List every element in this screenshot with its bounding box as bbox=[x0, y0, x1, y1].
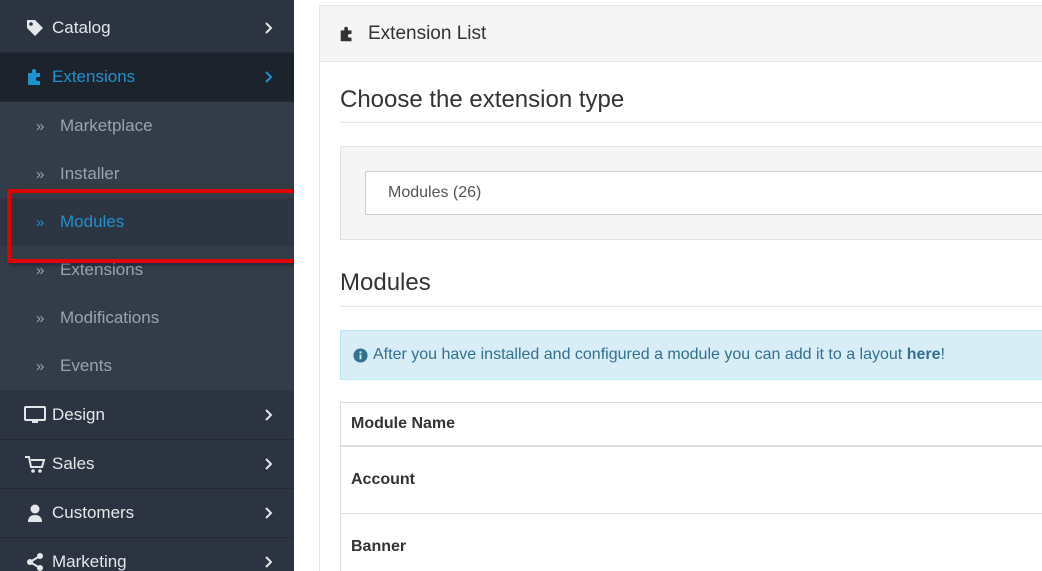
extension-type-select[interactable]: Modules (26) bbox=[365, 171, 1042, 215]
panel-title: Extension List bbox=[368, 22, 487, 44]
module-name-cell: Banner bbox=[351, 538, 407, 555]
panel-heading: Extension List bbox=[320, 6, 1042, 62]
nav-extensions-label: Extensions bbox=[52, 67, 136, 86]
nav-customers[interactable]: Customers bbox=[0, 489, 294, 538]
share-icon bbox=[24, 551, 46, 571]
submenu-events[interactable]: » Events bbox=[0, 342, 294, 390]
submenu-extensions[interactable]: » Extensions bbox=[0, 246, 294, 294]
submenu-label: Installer bbox=[60, 164, 120, 183]
type-select-well: Modules (26) bbox=[340, 146, 1042, 240]
tag-icon bbox=[24, 17, 46, 39]
main-content: Extension List Choose the extension type… bbox=[294, 0, 1042, 571]
chevron-right-icon bbox=[262, 552, 274, 571]
double-chevron-icon: » bbox=[36, 357, 45, 375]
double-chevron-icon: » bbox=[36, 261, 45, 279]
submenu-modules[interactable]: » Modules bbox=[0, 198, 294, 246]
submenu-modifications[interactable]: » Modifications bbox=[0, 294, 294, 342]
submenu-label: Marketplace bbox=[60, 116, 153, 135]
double-chevron-icon: » bbox=[36, 309, 45, 327]
double-chevron-icon: » bbox=[36, 213, 45, 231]
sidebar: Catalog Extensions » Marketplace » Insta… bbox=[0, 0, 294, 571]
double-chevron-icon: » bbox=[36, 117, 45, 135]
submenu-label: Modifications bbox=[60, 308, 160, 327]
module-name-cell: Account bbox=[351, 471, 415, 488]
puzzle-icon bbox=[338, 24, 358, 44]
table-row: Banner bbox=[341, 514, 1042, 571]
monitor-icon bbox=[24, 404, 46, 426]
nav-marketing[interactable]: Marketing bbox=[0, 538, 294, 571]
nav-catalog[interactable]: Catalog bbox=[0, 4, 294, 53]
cart-icon bbox=[24, 453, 46, 475]
alert-text: After you have installed and configured … bbox=[373, 346, 903, 363]
nav-extensions[interactable]: Extensions bbox=[0, 53, 294, 102]
alert-end: ! bbox=[940, 346, 945, 363]
nav-customers-label: Customers bbox=[52, 503, 135, 522]
select-value: Modules (26) bbox=[388, 184, 482, 201]
nav-design-label: Design bbox=[52, 405, 105, 424]
choose-type-heading: Choose the extension type bbox=[340, 86, 625, 113]
chevron-right-icon bbox=[262, 503, 274, 523]
nav-marketing-label: Marketing bbox=[52, 552, 127, 571]
modules-heading: Modules bbox=[340, 269, 431, 296]
chevron-right-icon bbox=[262, 405, 274, 425]
nav-design[interactable]: Design bbox=[0, 391, 294, 440]
divider bbox=[340, 122, 1042, 123]
chevron-right-icon bbox=[262, 67, 274, 87]
chevron-right-icon bbox=[262, 454, 274, 474]
nav-sales-label: Sales bbox=[52, 454, 95, 473]
nav-catalog-label: Catalog bbox=[52, 18, 111, 37]
chevron-right-icon bbox=[262, 18, 274, 38]
table-header: Module Name bbox=[341, 403, 1042, 447]
divider bbox=[340, 306, 1042, 307]
info-icon bbox=[353, 347, 368, 363]
submenu-label: Modules bbox=[60, 212, 125, 231]
column-module-name[interactable]: Module Name bbox=[351, 415, 455, 433]
nav-sales[interactable]: Sales bbox=[0, 440, 294, 489]
double-chevron-icon: » bbox=[36, 165, 45, 183]
puzzle-icon bbox=[24, 66, 46, 88]
layout-link[interactable]: here bbox=[907, 346, 941, 364]
user-icon bbox=[24, 502, 46, 524]
table-row: Account bbox=[341, 447, 1042, 514]
info-alert: After you have installed and configured … bbox=[340, 330, 1042, 380]
submenu-installer[interactable]: » Installer bbox=[0, 150, 294, 198]
submenu-label: Extensions bbox=[60, 260, 144, 279]
submenu-marketplace[interactable]: » Marketplace bbox=[0, 102, 294, 150]
submenu-label: Events bbox=[60, 356, 112, 375]
modules-table: Module Name Account Banner bbox=[340, 402, 1042, 571]
extension-list-panel: Extension List Choose the extension type… bbox=[319, 5, 1042, 571]
